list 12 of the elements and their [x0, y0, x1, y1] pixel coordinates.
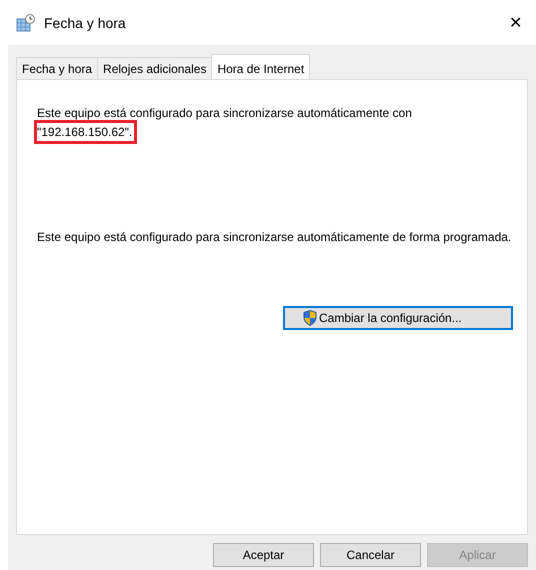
close-button[interactable]: ✕ — [503, 12, 528, 32]
server-address: "192.168.150.62". — [37, 125, 132, 139]
change-settings-button[interactable]: Cambiar la configuración... — [283, 306, 513, 330]
tab[interactable]: Hora de Internet — [211, 54, 310, 79]
schedule-text: Este equipo está configurado para sincronizarse automáticamente de forma programada. — [37, 229, 512, 246]
shield-icon — [303, 310, 317, 326]
dialog-button[interactable]: Cancelar — [320, 543, 421, 567]
calendar-clock-icon — [16, 14, 36, 32]
window-title: Fecha y hora — [44, 14, 127, 30]
tab[interactable]: Fecha y hora — [16, 57, 98, 79]
sync-text: Este equipo está configurado para sincronizarse automáticamente con — [37, 105, 413, 122]
dialog-button[interactable]: Aceptar — [213, 543, 314, 567]
